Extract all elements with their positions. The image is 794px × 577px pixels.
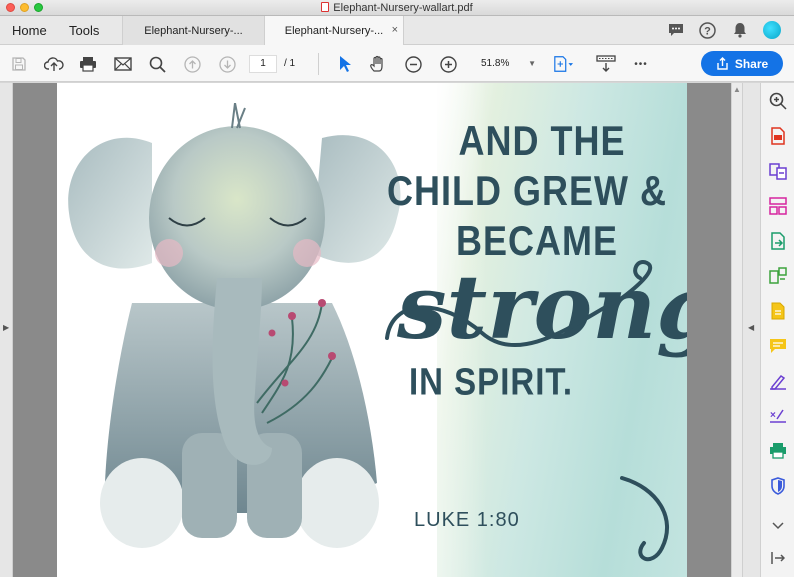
zoom-level-value: 51.8% xyxy=(481,58,510,69)
more-options-icon[interactable]: ••• xyxy=(631,54,651,74)
scroll-mode-icon[interactable] xyxy=(596,54,616,74)
scripture-reference: LUKE 1:80 xyxy=(414,509,520,531)
protect-shield-icon[interactable] xyxy=(768,476,788,496)
fill-sign-icon[interactable] xyxy=(768,371,788,391)
left-panel-toggle-strip[interactable]: ▶ xyxy=(0,83,13,577)
close-tab-icon[interactable]: × xyxy=(392,24,398,36)
tools-pane: × xyxy=(760,83,794,577)
share-button-label: Share xyxy=(734,56,769,71)
page-fit-icon[interactable] xyxy=(553,54,573,74)
svg-text:?: ? xyxy=(704,25,711,37)
zoom-level-dropdown[interactable]: 51.8% ▼ xyxy=(472,55,540,73)
chevron-down-icon: ▼ xyxy=(528,59,536,68)
combine-files-icon[interactable] xyxy=(768,161,788,181)
notification-bell-icon[interactable] xyxy=(731,21,749,39)
right-panel-toggle-strip[interactable]: ◀ xyxy=(742,83,760,577)
save-icon[interactable] xyxy=(9,54,29,74)
quote-line-2: CHILD GREW & xyxy=(387,166,667,214)
elephant-illustration xyxy=(68,103,401,548)
next-page-icon[interactable] xyxy=(217,54,237,74)
tab-bar: Home Tools Elephant-Nursery-... Elephant… xyxy=(0,16,794,45)
document-tab-1[interactable]: Elephant-Nursery-... xyxy=(122,16,264,45)
document-tab-2[interactable]: Elephant-Nursery-... × xyxy=(264,16,404,45)
document-tab-1-label: Elephant-Nursery-... xyxy=(144,25,243,37)
select-cursor-icon[interactable] xyxy=(335,54,355,74)
zoom-out-icon[interactable] xyxy=(403,54,423,74)
expand-left-panel-icon[interactable]: ▶ xyxy=(3,323,9,332)
email-icon[interactable] xyxy=(113,54,133,74)
help-icon[interactable]: ? xyxy=(698,21,716,39)
hand-tool-icon[interactable] xyxy=(368,54,388,74)
export-pdf-icon[interactable] xyxy=(768,231,788,251)
vertical-scrollbar[interactable]: ▲ xyxy=(731,83,742,577)
previous-page-icon[interactable] xyxy=(182,54,202,74)
edit-pdf-icon[interactable] xyxy=(768,266,788,286)
main-toolbar: 1 / 1 51.8% ▼ ••• Share xyxy=(0,45,794,82)
comment-icon[interactable] xyxy=(768,336,788,356)
svg-text:×: × xyxy=(770,410,776,421)
redact-icon[interactable]: × xyxy=(768,406,788,426)
chat-icon[interactable] xyxy=(667,21,685,39)
create-pdf-icon[interactable] xyxy=(768,126,788,146)
search-zoom-icon[interactable] xyxy=(768,91,788,111)
zoom-in-icon[interactable] xyxy=(438,54,458,74)
window-titlebar: Elephant-Nursery-wallart.pdf xyxy=(0,0,794,16)
page-total: / 1 xyxy=(284,58,296,69)
print-production-icon[interactable] xyxy=(768,441,788,461)
pdf-page: AND THE CHILD GREW & BECAME strong IN SP… xyxy=(57,83,687,577)
print-icon[interactable] xyxy=(78,54,98,74)
share-icon xyxy=(717,57,728,70)
quote-line-3: BECAME xyxy=(455,216,618,264)
collapse-right-panel-icon[interactable]: ◀ xyxy=(748,323,754,332)
collapse-panel-icon[interactable] xyxy=(768,548,788,568)
page-number-input[interactable]: 1 xyxy=(249,55,277,73)
nav-home[interactable]: Home xyxy=(12,23,47,38)
pdf-file-icon xyxy=(321,2,330,12)
comment-note-icon[interactable] xyxy=(768,301,788,321)
nav-tools[interactable]: Tools xyxy=(69,23,99,38)
scroll-up-icon[interactable]: ▲ xyxy=(733,85,741,94)
share-button[interactable]: Share xyxy=(701,51,783,76)
document-viewer[interactable]: AND THE CHILD GREW & BECAME strong IN SP… xyxy=(13,83,731,577)
window-title-text: Elephant-Nursery-wallart.pdf xyxy=(333,2,473,14)
document-tab-2-label: Elephant-Nursery-... xyxy=(284,25,384,37)
upload-cloud-icon[interactable] xyxy=(44,54,64,74)
toolbar-divider xyxy=(318,53,319,75)
search-icon[interactable] xyxy=(147,54,167,74)
user-avatar[interactable] xyxy=(763,21,781,39)
chevron-down-icon[interactable] xyxy=(768,516,788,536)
window-title: Elephant-Nursery-wallart.pdf xyxy=(0,2,794,14)
quote-line-1: AND THE xyxy=(458,116,626,164)
organize-pages-icon[interactable] xyxy=(768,196,788,216)
